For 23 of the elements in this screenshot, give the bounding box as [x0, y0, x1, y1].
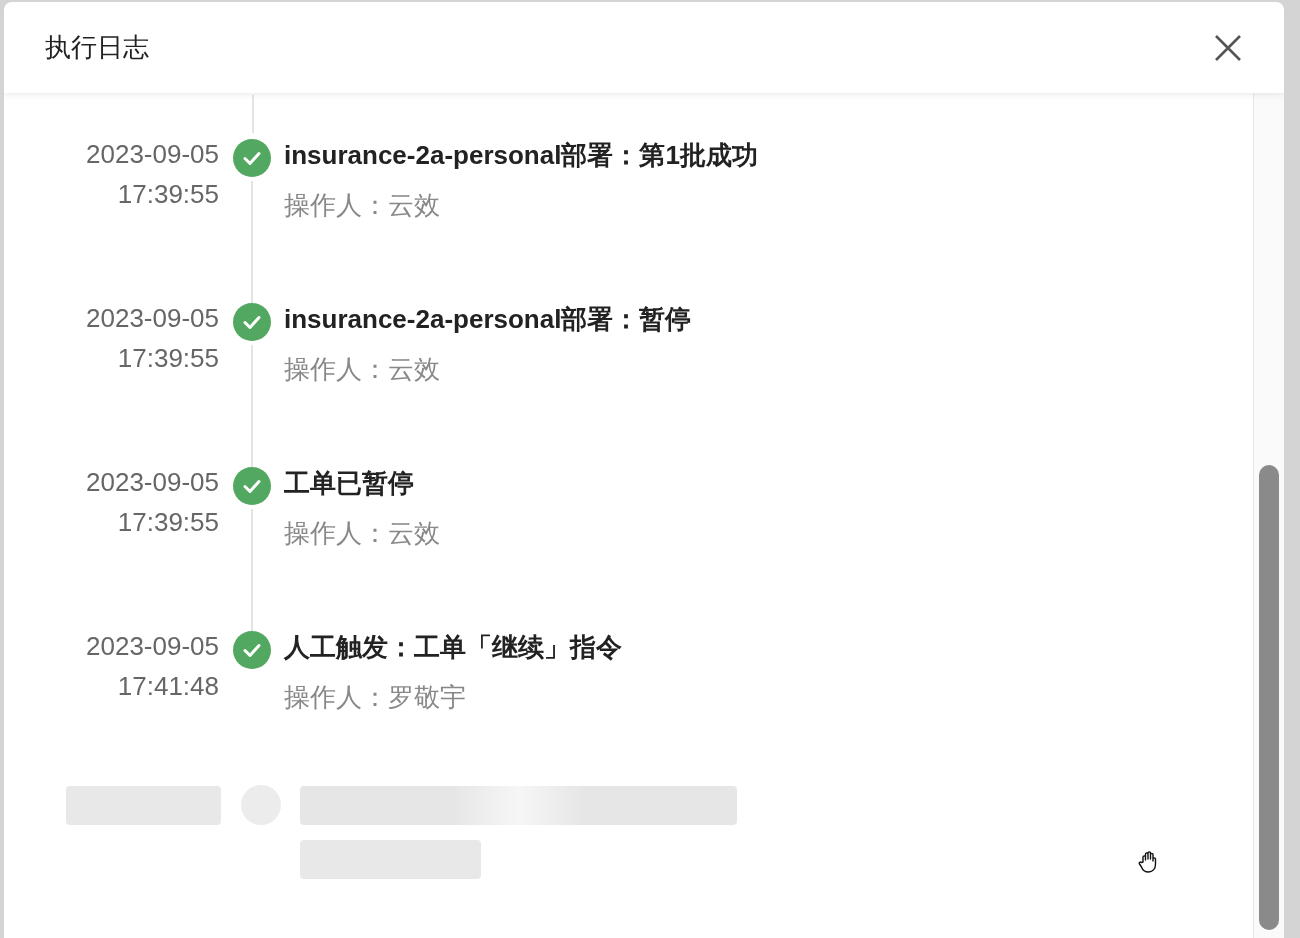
log-title: insurance-2a-personal部署：暂停	[284, 303, 692, 336]
operator-label: 操作人：	[284, 682, 388, 712]
log-date: 2023-09-05	[85, 466, 219, 499]
log-date: 2023-09-05	[85, 138, 219, 171]
log-title: insurance-2a-personal部署：第1批成功	[284, 139, 758, 172]
log-time: 17:39:55	[116, 506, 219, 539]
log-date: 2023-09-05	[85, 302, 219, 335]
log-time: 17:41:48	[116, 670, 219, 703]
log-time: 17:39:55	[116, 342, 219, 375]
operator-name: 云效	[388, 354, 440, 384]
close-icon[interactable]	[1214, 33, 1242, 62]
operator-name: 云效	[388, 190, 440, 220]
operator-name: 罗敬宇	[388, 682, 466, 712]
log-title: 人工触发：工单「继续」指令	[284, 631, 622, 664]
operator-label: 操作人：	[284, 518, 388, 548]
operator-name: 云效	[388, 518, 440, 548]
log-title: 工单已暂停	[284, 467, 415, 500]
operator-label: 操作人：	[284, 190, 388, 220]
scrollbar-thumb[interactable]	[1259, 465, 1279, 930]
log-time: 17:39:55	[116, 178, 219, 211]
log-date: 2023-09-05	[85, 630, 219, 663]
operator-label: 操作人：	[284, 354, 388, 384]
dialog-title: 执行日志	[45, 31, 149, 64]
